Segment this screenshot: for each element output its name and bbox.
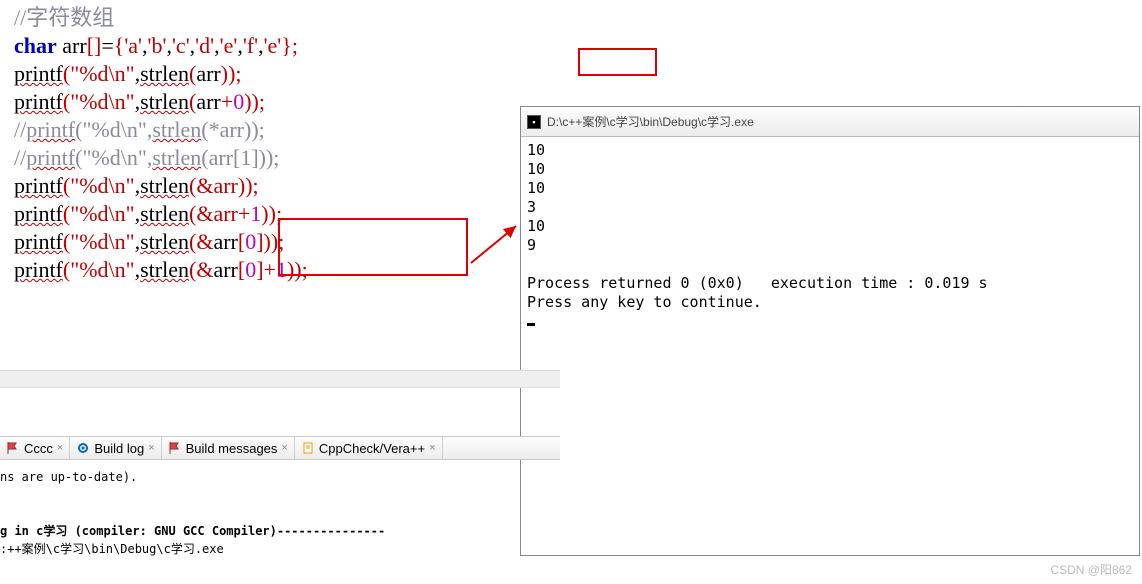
- code-line: //字符数组: [14, 4, 546, 32]
- code-line: //printf("%d\n",strlen(*arr));: [14, 116, 546, 144]
- bottom-panel: Cccc × Build log × Build messages × CppC…: [0, 370, 560, 558]
- build-log-output: ns are up-to-date). g in c学习 (compiler: …: [0, 460, 560, 558]
- console-titlebar[interactable]: ▪ D:\c++案例\c学习\bin\Debug\c学习.exe: [521, 107, 1139, 137]
- tab-build-messages[interactable]: Build messages ×: [162, 437, 295, 459]
- code-line: printf("%d\n",strlen(&arr[0]));: [14, 228, 546, 256]
- code-line: //printf("%d\n",strlen(arr[1]));: [14, 144, 546, 172]
- annotation-box: [578, 48, 657, 76]
- code-line: printf("%d\n",strlen(arr));: [14, 60, 546, 88]
- watermark: CSDN @阳862: [1050, 561, 1132, 578]
- flag-icon: [6, 441, 20, 455]
- console-window[interactable]: ▪ D:\c++案例\c学习\bin\Debug\c学习.exe 10 10 1…: [520, 106, 1140, 556]
- tab-build-log[interactable]: Build log ×: [70, 437, 161, 459]
- code-line: printf("%d\n",strlen(&arr[0]+1));: [14, 256, 546, 284]
- comment-text: //字符数组: [14, 5, 114, 30]
- document-icon: [301, 441, 315, 455]
- code-line: printf("%d\n",strlen(&arr+1));: [14, 200, 546, 228]
- code-line: printf("%d\n",strlen(&arr));: [14, 172, 546, 200]
- tab-cccc[interactable]: Cccc ×: [0, 437, 70, 459]
- code-line: char arr[]={'a','b','c','d','e','f','e'}…: [14, 32, 546, 60]
- code-editor[interactable]: //字符数组 char arr[]={'a','b','c','d','e','…: [0, 0, 560, 288]
- flag-icon: [168, 441, 182, 455]
- close-icon[interactable]: ×: [429, 442, 435, 454]
- gear-icon: [76, 441, 90, 455]
- close-icon[interactable]: ×: [281, 442, 287, 454]
- code-line: printf("%d\n",strlen(arr+0));: [14, 88, 546, 116]
- close-icon[interactable]: ×: [57, 442, 63, 454]
- close-icon[interactable]: ×: [148, 442, 154, 454]
- console-output: 10 10 10 3 10 9 Process returned 0 (0x0)…: [521, 137, 1139, 335]
- console-icon: ▪: [527, 115, 541, 129]
- tab-strip: Cccc × Build log × Build messages × CppC…: [0, 436, 560, 460]
- console-cursor: [527, 323, 535, 326]
- tab-cppcheck[interactable]: CppCheck/Vera++ ×: [295, 437, 443, 459]
- console-title: D:\c++案例\c学习\bin\Debug\c学习.exe: [547, 113, 754, 130]
- divider-bar: [0, 370, 560, 388]
- keyword-char: char: [14, 33, 57, 58]
